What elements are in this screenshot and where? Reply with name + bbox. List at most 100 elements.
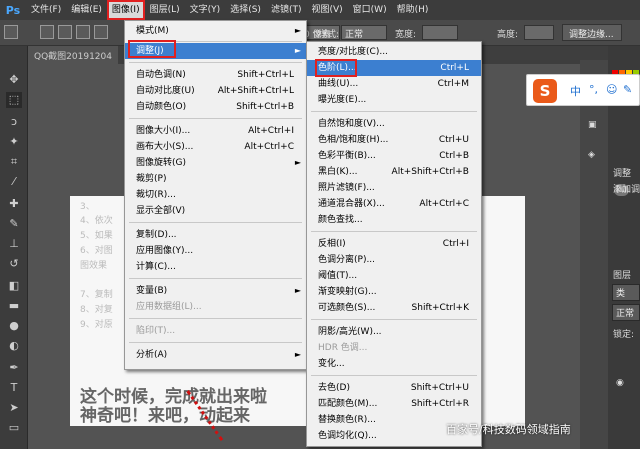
lasso-tool-icon[interactable]: ↄ [6, 114, 22, 130]
menu-item-threshold[interactable]: 阈值(T)... [307, 268, 481, 284]
menu-item-variables[interactable]: 变量(B) ► [125, 283, 306, 299]
stamp-tool-icon[interactable]: ⊥ [6, 236, 22, 252]
menu-item-shadows-highlights[interactable]: 阴影/高光(W)... [307, 324, 481, 340]
type-tool-icon[interactable]: T [6, 380, 22, 396]
style-select[interactable]: 正常 [341, 25, 387, 40]
menu-edit[interactable]: 编辑(E) [66, 0, 107, 20]
ime-emoji-icon[interactable]: ☺ [606, 83, 617, 96]
canvas-line: 9、对原 [80, 320, 113, 330]
ime-skin-icon[interactable]: ✎ [623, 83, 632, 96]
brush-tool-icon[interactable]: ✎ [6, 216, 22, 232]
menu-item-auto-tone[interactable]: 自动色调(N) Shift+Ctrl+L [125, 67, 306, 83]
layer-visibility-icon[interactable]: ◉ [616, 378, 624, 388]
menu-item-apply-data-set: 应用数据组(L)... [136, 302, 202, 312]
panel-icon-2[interactable]: ◈ [588, 150, 595, 160]
subtract-selection-icon[interactable] [76, 25, 90, 39]
marquee-preset-icon[interactable] [4, 25, 18, 39]
menu-image[interactable]: 图像(I) [106, 0, 145, 20]
menu-window[interactable]: 窗口(W) [348, 0, 392, 20]
refine-edge-button[interactable]: 调整边缘... [562, 24, 622, 41]
path-select-icon[interactable]: ➤ [6, 400, 22, 416]
menu-type[interactable]: 文字(Y) [185, 0, 226, 20]
menu-item-channel-mixer[interactable]: 通道混合器(X)... Alt+Ctrl+C [307, 196, 481, 212]
submenu-arrow-icon: ► [294, 286, 301, 295]
marquee-tool-icon[interactable]: ⬚ [6, 92, 22, 108]
menu-item-image-rotation[interactable]: 图像旋转(G) ► [125, 155, 306, 171]
menu-file[interactable]: 文件(F) [26, 0, 66, 20]
menu-item-variations[interactable]: 变化... [307, 356, 481, 372]
canvas-line: 5、如果 [80, 231, 113, 241]
menu-item-apply-image[interactable]: 应用图像(Y)... [125, 243, 306, 259]
width-field[interactable] [422, 25, 458, 40]
eraser-tool-icon[interactable]: ◧ [6, 278, 22, 294]
ime-lang-toggle[interactable]: 中 [570, 83, 581, 99]
width-label: 宽度: [395, 30, 417, 40]
intersect-selection-icon[interactable] [94, 25, 108, 39]
menu-item-vibrance[interactable]: 自然饱和度(V)... [307, 116, 481, 132]
layers-tab[interactable]: 图层 [613, 268, 631, 281]
dodge-tool-icon[interactable]: ◐ [6, 338, 22, 354]
magic-wand-icon[interactable]: ✦ [6, 134, 22, 150]
menu-item-image-size[interactable]: 图像大小(I)... Alt+Ctrl+I [125, 123, 306, 139]
crop-tool-icon[interactable]: ⌗ [6, 154, 22, 170]
photoshop-logo: Ps [5, 3, 21, 17]
add-selection-icon[interactable] [58, 25, 72, 39]
menu-item-match-color[interactable]: 匹配颜色(M)... Shift+Ctrl+R [307, 396, 481, 412]
highlight-box-levels [315, 59, 357, 77]
adjust-tab[interactable]: 调整 [613, 166, 631, 179]
pen-tool-icon[interactable]: ✒ [6, 360, 22, 376]
sogou-logo-icon[interactable]: S [533, 79, 557, 103]
menu-item-auto-color[interactable]: 自动颜色(O) Shift+Ctrl+B [125, 99, 306, 115]
menu-filter[interactable]: 滤镜(T) [266, 0, 307, 20]
canvas-line: 图效果 [80, 261, 108, 271]
menu-item-duplicate[interactable]: 复制(D)... [125, 227, 306, 243]
menu-item-brightness-contrast[interactable]: 亮度/对比度(C)... [307, 44, 481, 60]
menu-item-curves[interactable]: 曲线(U)... Ctrl+M [307, 76, 481, 92]
menu-item-invert[interactable]: 反相(I) Ctrl+I [307, 236, 481, 252]
menu-item-canvas-size[interactable]: 画布大小(S)... Alt+Ctrl+C [125, 139, 306, 155]
add-adjust-label: 添加调 [613, 185, 640, 195]
move-tool-icon[interactable]: ✥ [6, 72, 22, 88]
history-brush-icon[interactable]: ↺ [6, 256, 22, 272]
menu-item-gradient-map[interactable]: 渐变映射(G)... [307, 284, 481, 300]
highlight-box-adjust [128, 40, 176, 58]
ime-toolbar: S 中 °, ☺ ✎ [526, 74, 640, 106]
panel-icon-1[interactable]: ▣ [588, 120, 597, 130]
blend-mode-select[interactable]: 正常 [612, 304, 640, 321]
canvas-line: 4、依次 [80, 216, 113, 226]
menu-item-auto-contrast[interactable]: 自动对比度(U) Alt+Shift+Ctrl+L [125, 83, 306, 99]
menu-item-black-white[interactable]: 黑白(K)... Alt+Shift+Ctrl+B [307, 164, 481, 180]
shape-tool-icon[interactable]: ▭ [6, 420, 22, 436]
healing-tool-icon[interactable]: ✚ [6, 196, 22, 212]
gradient-tool-icon[interactable]: ▬ [6, 298, 22, 314]
blur-tool-icon[interactable]: ● [6, 318, 22, 334]
menu-item-analysis[interactable]: 分析(A) ► [125, 347, 306, 363]
kind-filter[interactable]: 类 [612, 284, 640, 301]
menu-item-photo-filter[interactable]: 照片滤镜(F)... [307, 180, 481, 196]
menu-layer[interactable]: 图层(L) [145, 0, 185, 20]
watermark-text: 百家号/科技数码领域指南 [446, 423, 571, 436]
menu-select[interactable]: 选择(S) [225, 0, 266, 20]
submenu-arrow-icon: ► [294, 350, 301, 359]
new-selection-icon[interactable] [40, 25, 54, 39]
canvas-line: 6、对图 [80, 246, 113, 256]
height-field[interactable] [524, 25, 554, 40]
ime-punct-toggle[interactable]: °, [589, 83, 598, 96]
menu-item-exposure[interactable]: 曝光度(E)... [307, 92, 481, 108]
menu-item-desaturate[interactable]: 去色(D) Shift+Ctrl+U [307, 380, 481, 396]
menu-item-reveal-all[interactable]: 显示全部(V) [125, 203, 306, 219]
menu-item-color-balance[interactable]: 色彩平衡(B)... Ctrl+B [307, 148, 481, 164]
submenu-arrow-icon: ► [294, 158, 301, 167]
menu-item-posterize[interactable]: 色调分离(P)... [307, 252, 481, 268]
menu-item-calculations[interactable]: 计算(C)... [125, 259, 306, 275]
menu-help[interactable]: 帮助(H) [392, 0, 434, 20]
menu-item-hue-saturation[interactable]: 色相/饱和度(H)... Ctrl+U [307, 132, 481, 148]
menu-item-color-lookup[interactable]: 颜色查找... [307, 212, 481, 228]
menu-item-trim[interactable]: 裁切(R)... [125, 187, 306, 203]
menu-view[interactable]: 视图(V) [306, 0, 347, 20]
document-tab[interactable]: QQ截图20191204 [28, 46, 118, 64]
menu-item-crop[interactable]: 裁剪(P) [125, 171, 306, 187]
menu-item-mode[interactable]: 模式(M) ► [125, 23, 306, 39]
eyedropper-tool-icon[interactable]: ⁄ [6, 174, 22, 190]
menu-item-selective-color[interactable]: 可选颜色(S)... Shift+Ctrl+K [307, 300, 481, 316]
